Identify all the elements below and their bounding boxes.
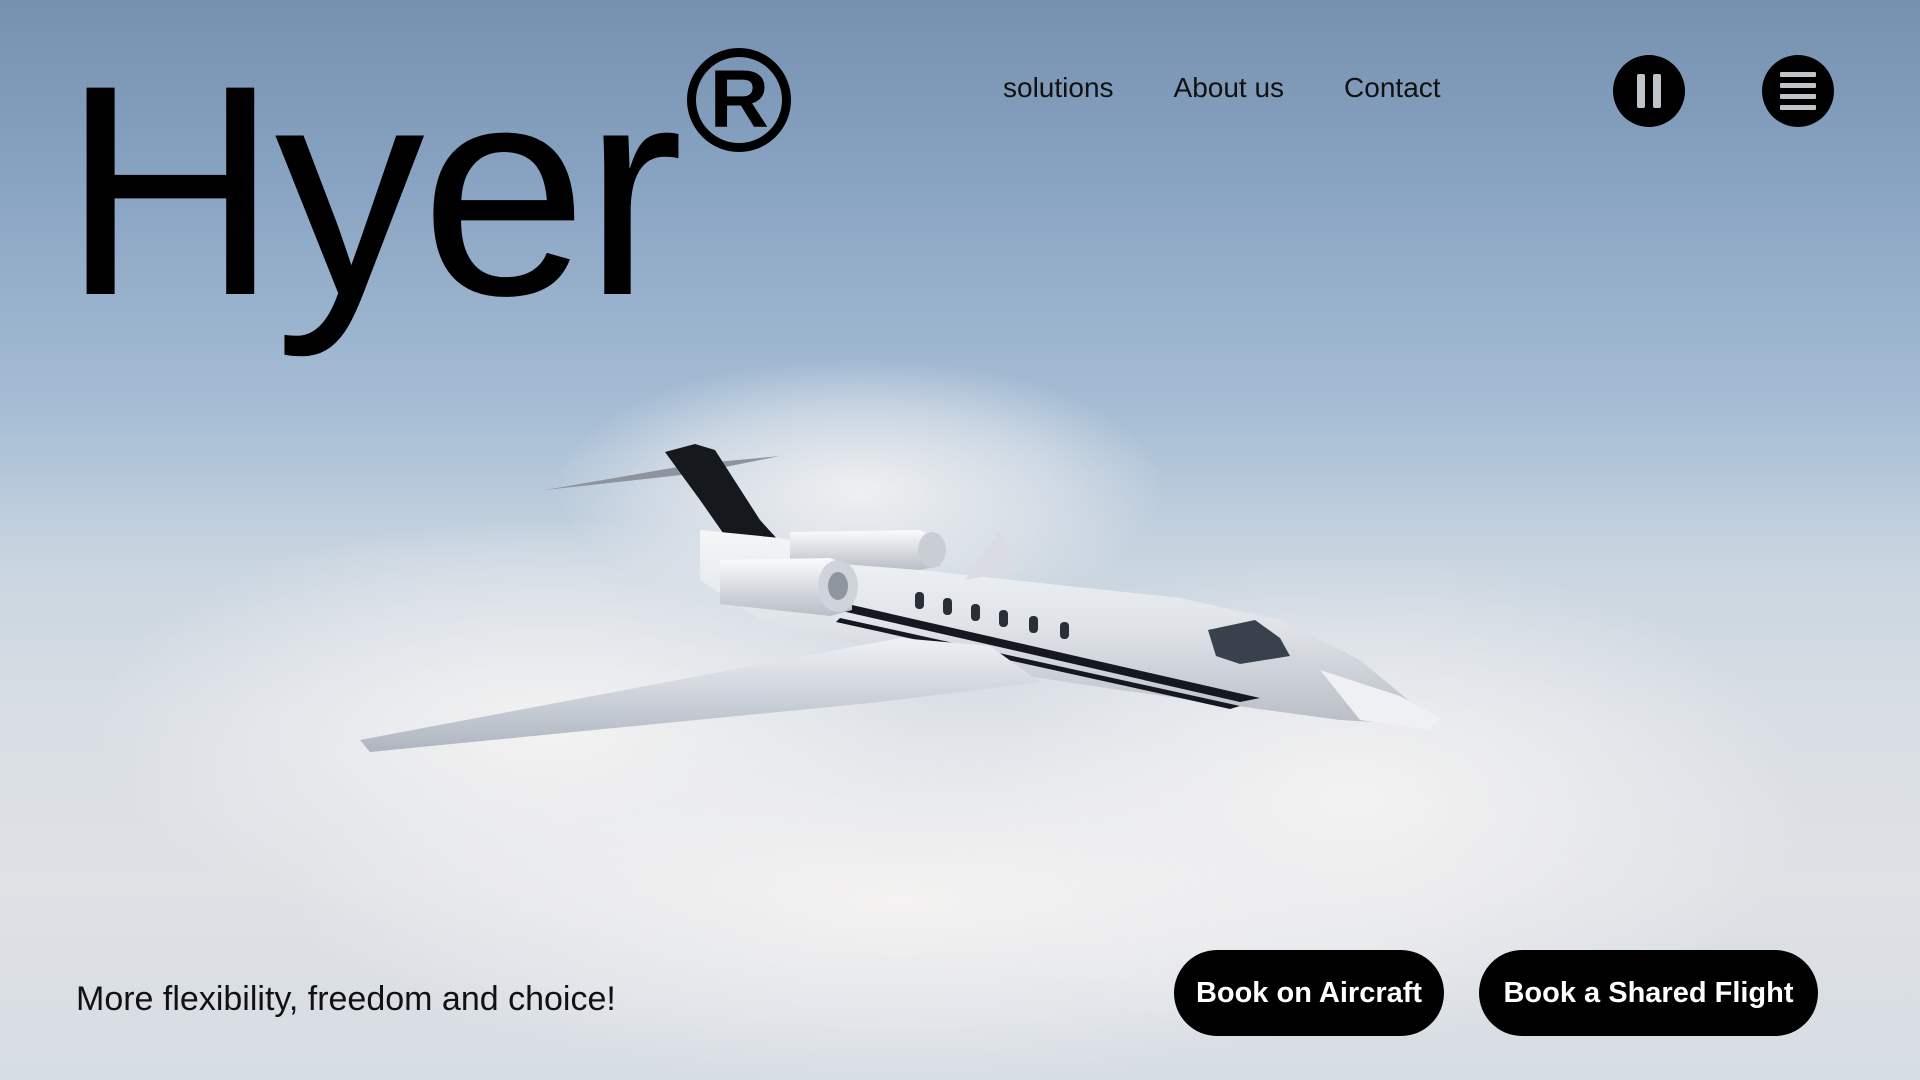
- pause-icon: [1637, 74, 1661, 108]
- book-shared-flight-button[interactable]: Book a Shared Flight: [1479, 950, 1818, 1036]
- main-nav: solutions About us Contact: [1003, 72, 1441, 104]
- hero-tagline: More flexibility, freedom and choice!: [76, 980, 616, 1018]
- nav-link-solutions[interactable]: solutions: [1003, 72, 1114, 104]
- menu-button[interactable]: [1762, 55, 1834, 127]
- brand-name: Hyer: [62, 22, 683, 358]
- registered-mark-icon: R: [687, 48, 792, 152]
- hamburger-menu-icon: [1780, 72, 1816, 110]
- book-aircraft-button[interactable]: Book on Aircraft: [1174, 950, 1444, 1036]
- private-jet-image: [360, 444, 1440, 752]
- nav-link-contact[interactable]: Contact: [1344, 72, 1441, 104]
- registered-mark-letter: R: [709, 54, 770, 145]
- pause-button[interactable]: [1613, 55, 1685, 127]
- brand-logo[interactable]: Hyer R: [62, 22, 792, 358]
- nav-link-about-us[interactable]: About us: [1174, 72, 1285, 104]
